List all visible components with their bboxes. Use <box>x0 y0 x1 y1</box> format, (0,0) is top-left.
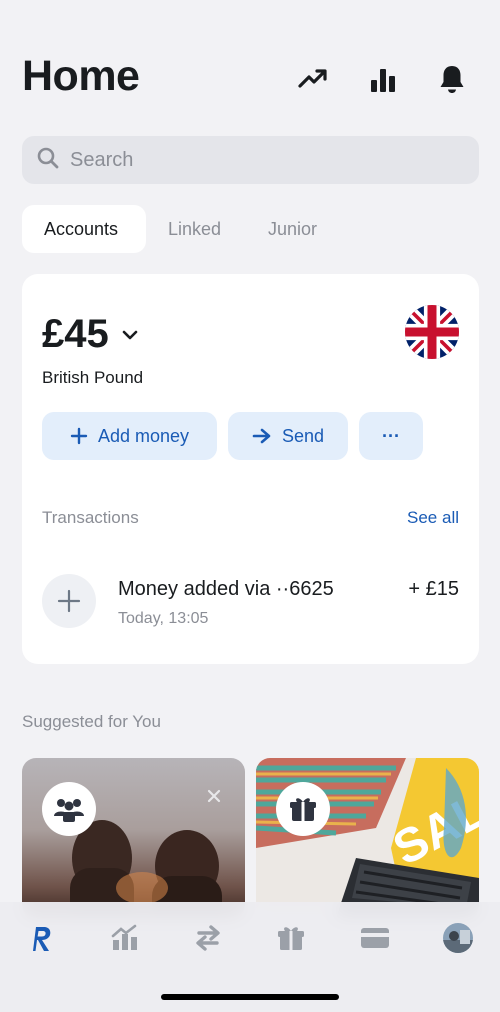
bell-icon[interactable] <box>435 62 469 96</box>
transaction-amount: + £15 <box>408 578 459 600</box>
cards-icon[interactable] <box>355 918 395 958</box>
transaction-title[interactable]: Money added via ··6625 <box>118 578 334 601</box>
tab-linked[interactable]: Linked <box>146 205 243 253</box>
tab-junior[interactable]: Junior <box>246 205 339 253</box>
transaction-time: Today, 13:05 <box>118 610 209 627</box>
currency-name: British Pound <box>42 368 144 387</box>
plus-icon <box>70 427 88 445</box>
suggested-card-group[interactable] <box>22 758 245 918</box>
trending-up-icon[interactable] <box>296 62 330 96</box>
search-input[interactable]: Search <box>70 149 133 172</box>
suggested-card-gift[interactable]: SAL <box>256 758 479 918</box>
suggested-heading: Suggested for You <box>22 712 161 731</box>
uk-flag-icon[interactable] <box>405 305 459 359</box>
more-button[interactable]: ··· <box>359 412 423 460</box>
revolut-logo-icon[interactable] <box>21 918 61 958</box>
search-bar[interactable]: Search <box>22 136 479 184</box>
transactions-heading: Transactions <box>42 508 139 527</box>
balance-selector[interactable]: £45 <box>42 312 139 357</box>
home-indicator <box>161 994 339 1000</box>
wealth-icon[interactable] <box>105 918 145 958</box>
gift-icon <box>276 782 330 836</box>
profile-avatar[interactable] <box>438 918 478 958</box>
bar-chart-icon[interactable] <box>366 62 400 96</box>
search-icon <box>36 146 60 175</box>
add-money-button[interactable]: Add money <box>42 412 217 460</box>
balance-amount: £45 <box>42 312 109 356</box>
chevron-down-icon <box>121 329 139 341</box>
close-icon[interactable] <box>202 784 226 808</box>
more-dots-icon: ··· <box>382 425 400 446</box>
see-all-link[interactable]: See all <box>407 508 459 528</box>
arrow-right-icon <box>252 428 272 444</box>
add-money-label: Add money <box>97 425 190 446</box>
transaction-plus-icon <box>42 574 96 628</box>
rewards-icon[interactable] <box>271 918 311 958</box>
page-title: Home <box>22 52 140 100</box>
send-button[interactable]: Send <box>228 412 348 460</box>
tab-accounts[interactable]: Accounts <box>22 205 146 253</box>
account-card: £45 British Pound Add money Send ··· Tra… <box>22 274 479 664</box>
group-icon <box>42 782 96 836</box>
send-label: Send <box>281 425 325 446</box>
transfer-icon[interactable] <box>188 918 228 958</box>
